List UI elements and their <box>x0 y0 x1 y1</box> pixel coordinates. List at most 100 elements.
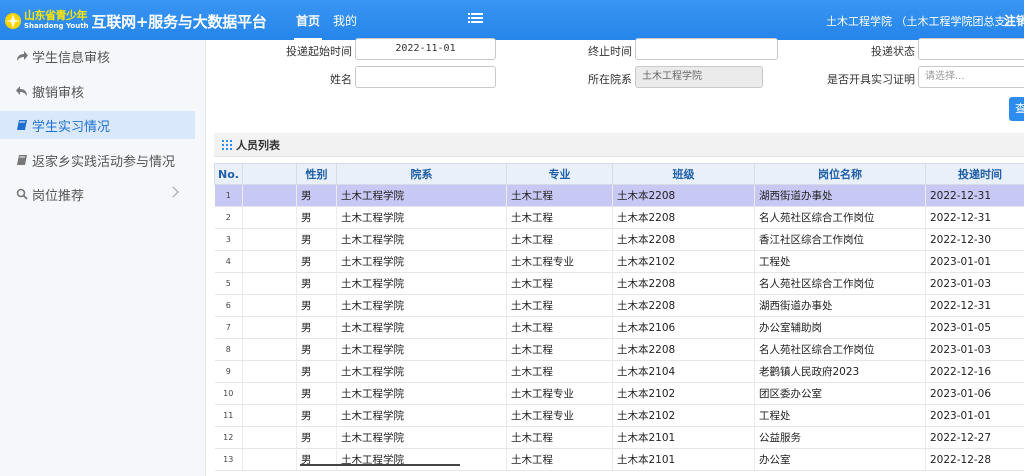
name-label: 姓名 <box>330 73 352 86</box>
row-class-cell: 土木本2104 <box>612 360 755 383</box>
col-date[interactable]: 投递时间 <box>925 163 1024 185</box>
search-icon <box>16 188 28 200</box>
row-major-cell: 土木工程 <box>506 294 613 317</box>
certificate-label: 是否开具实习证明 <box>827 73 915 86</box>
name-input[interactable] <box>355 66 496 88</box>
status-select[interactable] <box>918 38 1024 60</box>
row-no-cell: 4 <box>214 250 243 273</box>
row-major-cell: 土木工程专业 <box>506 382 613 405</box>
row-date-cell: 2022-12-31 <box>925 294 1024 317</box>
row-college-cell: 土木工程学院 <box>336 316 507 339</box>
share-arrow-icon <box>16 50 28 62</box>
sidebar-item-job-recommend[interactable]: 岗位推荐 <box>0 180 195 208</box>
row-no-cell: 9 <box>214 360 243 383</box>
brand[interactable]: 山东省青少年 Shandong Youth 互联网+服务与大数据平台 <box>4 9 267 33</box>
logout-link[interactable]: 注销 <box>1004 12 1024 29</box>
row-position-cell: 工程处 <box>754 404 926 427</box>
sidebar-item-revoke-review[interactable]: 撤销审核 <box>0 77 195 105</box>
brand-subtitle: 山东省青少年 Shandong Youth <box>24 10 89 31</box>
row-name-cell <box>242 404 297 427</box>
sidebar-item-internship[interactable]: 学生实习情况 <box>0 111 195 139</box>
row-college-cell: 土木工程学院 <box>336 338 507 361</box>
row-college-cell: 土木工程学院 <box>336 206 507 229</box>
hamburger-icon[interactable] <box>468 13 483 24</box>
certificate-select[interactable]: 请选择... <box>918 66 1024 88</box>
table-row[interactable]: 8 男土木工程学院 土木工程 土木本2208 名人苑社区综合工作岗位 2023-01-03 <box>214 338 1024 361</box>
row-college-cell: 土木工程学院 <box>336 228 507 251</box>
sidebar-item-hometown-practice[interactable]: 返家乡实践活动参与情况 <box>0 146 195 174</box>
row-position-cell: 名人苑社区综合工作岗位 <box>754 338 926 361</box>
row-gender-cell: 男 <box>296 294 337 317</box>
col-no[interactable]: No. <box>214 163 243 185</box>
row-gender-cell: 男 <box>296 206 337 229</box>
row-gender-cell: 男 <box>296 272 337 295</box>
col-class[interactable]: 班级 <box>612 163 755 185</box>
row-class-cell: 土木本2102 <box>612 250 755 273</box>
row-position-cell: 湖西街道办事处 <box>754 294 926 317</box>
table-row[interactable]: 5 男土木工程学院 土木工程 土木本2208 名人苑社区综合工作岗位 2023-01-03 <box>214 272 1024 295</box>
tab-mine[interactable]: 我的 <box>333 12 357 29</box>
row-position-cell: 名人苑社区综合工作岗位 <box>754 206 926 229</box>
row-class-cell: 土木本2101 <box>612 426 755 449</box>
brand-title: 互联网+服务与大数据平台 <box>91 12 267 31</box>
row-date-cell: 2022-12-31 <box>925 184 1024 207</box>
table-row[interactable]: 11 男土木工程学院 土木工程专业 土木本2102 工程处 2023-01-01 <box>214 404 1024 427</box>
col-position[interactable]: 岗位名称 <box>754 163 926 185</box>
col-gender[interactable]: 性别 <box>296 163 337 185</box>
table-row[interactable]: 9 男土木工程学院 土木工程 土木本2104 老鹳镇人民政府2023 2022-12-16 <box>214 360 1024 383</box>
college-input: 土木工程学院 <box>635 66 763 88</box>
row-class-cell: 土木本2102 <box>612 404 755 427</box>
search-button[interactable]: 查 <box>1009 97 1024 121</box>
row-class-cell: 土木本2208 <box>612 338 755 361</box>
row-date-cell: 2023-01-03 <box>925 338 1024 361</box>
row-position-cell: 办公室 <box>754 448 926 471</box>
row-class-cell: 土木本2208 <box>612 206 755 229</box>
table-row[interactable]: 4 男土木工程学院 土木工程专业 土木本2102 工程处 2023-01-01 <box>214 250 1024 273</box>
row-no-cell: 7 <box>214 316 243 339</box>
row-date-cell: 2022-12-27 <box>925 426 1024 449</box>
table-row[interactable]: 12 男土木工程学院 土木工程 土木本2101 公益服务 2022-12-27 <box>214 426 1024 449</box>
row-college-cell: 土木工程学院 <box>336 360 507 383</box>
row-date-cell: 2023-01-01 <box>925 404 1024 427</box>
row-gender-cell: 男 <box>296 360 337 383</box>
table-row[interactable]: 2 男土木工程学院 土木工程 土木本2208 名人苑社区综合工作岗位 2022-12-31 <box>214 206 1024 229</box>
row-name-cell <box>242 250 297 273</box>
row-position-cell: 工程处 <box>754 250 926 273</box>
row-name-cell <box>242 272 297 295</box>
row-major-cell: 土木工程 <box>506 272 613 295</box>
sidebar-item-student-review[interactable]: 学生信息审核 <box>0 42 195 70</box>
table-row[interactable]: 1 男土木工程学院 土木工程 土木本2208 湖西街道办事处 2022-12-31 <box>214 184 1024 207</box>
row-position-cell: 老鹳镇人民政府2023 <box>754 360 926 383</box>
row-class-cell: 土木本2208 <box>612 184 755 207</box>
personnel-table: No. 性别 院系 专业 班级 岗位名称 投递时间 1 男土木工程学院 土木工程 土木… <box>214 163 1024 471</box>
row-no-cell: 2 <box>214 206 243 229</box>
row-position-cell: 香江社区综合工作岗位 <box>754 228 926 251</box>
horizontal-scrollbar[interactable] <box>300 464 460 466</box>
table-row[interactable]: 6 男土木工程学院 土木工程 土木本2208 湖西街道办事处 2022-12-31 <box>214 294 1024 317</box>
sidebar-item-label: 岗位推荐 <box>32 188 85 204</box>
col-name[interactable] <box>242 163 297 185</box>
row-name-cell <box>242 448 297 471</box>
table-row[interactable]: 10 男土木工程学院 土木工程专业 土木本2102 团区委办公室 2023-01-06 <box>214 382 1024 405</box>
row-major-cell: 土木工程 <box>506 228 613 251</box>
tab-home[interactable]: 首页 <box>293 12 323 41</box>
col-college[interactable]: 院系 <box>336 163 507 185</box>
status-label: 投递状态 <box>871 45 915 58</box>
row-position-cell: 湖西街道办事处 <box>754 184 926 207</box>
book-icon <box>16 154 28 166</box>
row-date-cell: 2022-12-31 <box>925 206 1024 229</box>
end-date-input[interactable] <box>635 38 778 60</box>
table-row[interactable]: 3 男土木工程学院 土木工程 土木本2208 香江社区综合工作岗位 2022-12-30 <box>214 228 1024 251</box>
table-row[interactable]: 13 男土木工程学院 土木工程 土木本2101 办公室 2022-12-28 <box>214 448 1024 471</box>
table-row[interactable]: 7 男土木工程学院 土木工程 土木本2106 办公室辅助岗 2023-01-05 <box>214 316 1024 339</box>
row-no-cell: 3 <box>214 228 243 251</box>
start-date-input[interactable]: 2022-11-01 <box>355 38 496 60</box>
row-college-cell: 土木工程学院 <box>336 250 507 273</box>
row-class-cell: 土木本2101 <box>612 448 755 471</box>
col-major[interactable]: 专业 <box>506 163 613 185</box>
row-major-cell: 土木工程 <box>506 360 613 383</box>
row-major-cell: 土木工程 <box>506 206 613 229</box>
current-user[interactable]: 土木工程学院 （土木工程学院团总支） <box>826 13 1017 29</box>
brand-small-en: Shandong Youth <box>24 22 89 30</box>
top-navbar: 山东省青少年 Shandong Youth 互联网+服务与大数据平台 首页 我的… <box>0 0 1024 41</box>
